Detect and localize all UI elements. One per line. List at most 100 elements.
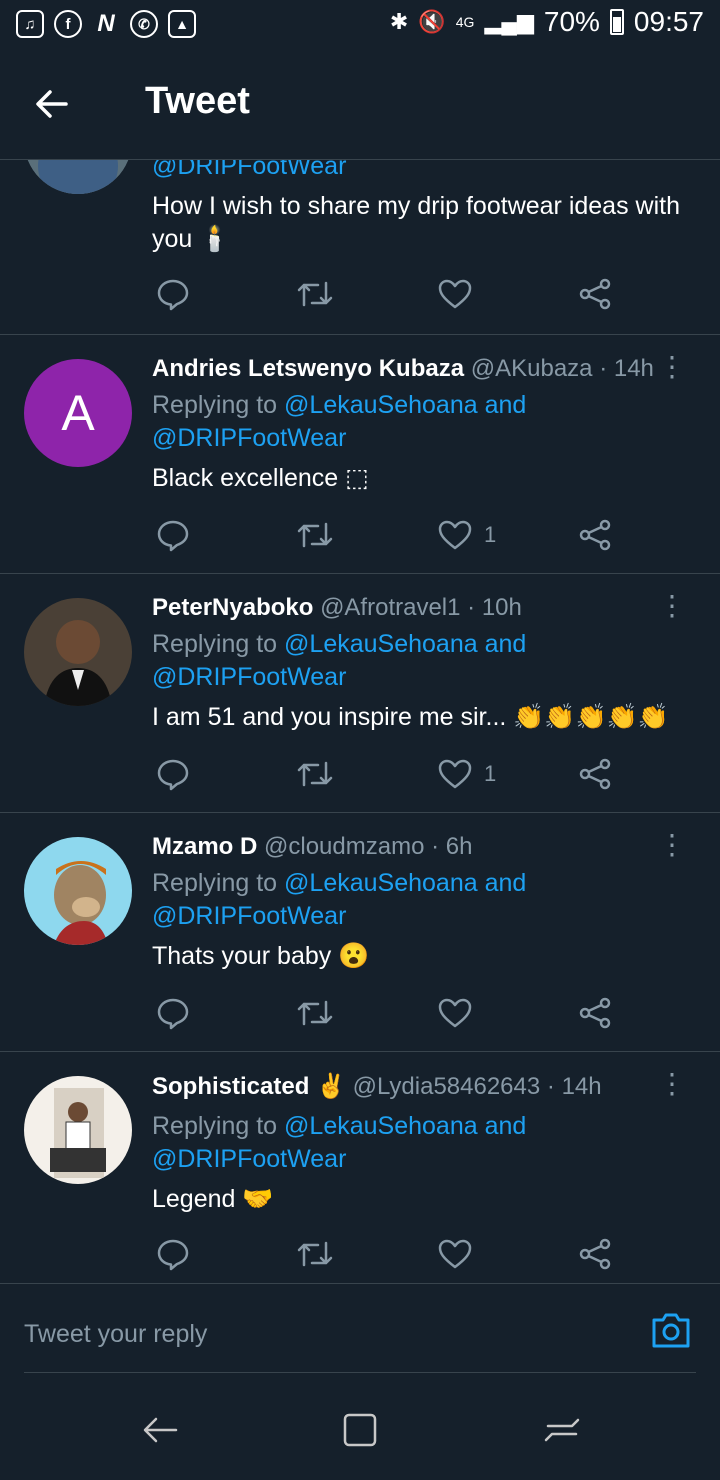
author-name[interactable]: PeterNyaboko (152, 594, 313, 621)
page-title: Tweet (145, 80, 250, 122)
mention-link[interactable]: @DRIPFootWear (152, 424, 346, 452)
tweet-item[interactable]: @DRIPFootWear How I wish to share my dri… (0, 160, 720, 335)
share-icon (579, 997, 611, 1029)
more-options-icon[interactable]: ⋮ (658, 353, 686, 381)
tweet-actions: 1 (152, 515, 622, 555)
retweet-button[interactable] (296, 754, 334, 794)
retweet-icon (297, 761, 333, 787)
tweet-time: · 14h (599, 355, 654, 382)
heart-icon (438, 759, 472, 789)
replying-prefix: Replying to (152, 630, 278, 658)
author-handle: @cloudmzamo (264, 833, 425, 860)
divider (24, 1372, 696, 1373)
avatar[interactable] (24, 1076, 132, 1184)
retweet-icon (297, 1241, 333, 1267)
avatar-letter: A (61, 385, 95, 441)
n-app-icon: N (97, 10, 115, 37)
system-nav-bar (0, 1374, 720, 1480)
more-options-icon[interactable]: ⋮ (658, 831, 686, 859)
heart-icon (438, 998, 472, 1028)
author-name[interactable]: Mzamo D (152, 833, 257, 860)
mention-link[interactable]: @DRIPFootWear (152, 902, 346, 930)
like-button[interactable] (438, 274, 472, 314)
mention-link[interactable]: @DRIPFootWear (152, 663, 346, 691)
replies-list[interactable]: @DRIPFootWear How I wish to share my dri… (0, 160, 720, 1282)
mention-link[interactable]: @LekauSehoana and (284, 630, 526, 658)
comment-icon (157, 1239, 189, 1271)
retweet-button[interactable] (296, 274, 334, 314)
heart-icon (438, 279, 472, 309)
heart-icon (438, 520, 472, 550)
share-icon (579, 758, 611, 790)
comment-icon (157, 998, 189, 1030)
mention-link[interactable]: @LekauSehoana and (284, 1112, 526, 1140)
tweet-item[interactable]: Mzamo D @cloudmzamo · 6h ⋮ Replying to @… (0, 813, 720, 1052)
notification-icons: ♫ f N ✆ ▲ (16, 10, 196, 38)
facebook-icon: f (54, 10, 82, 38)
replying-to: Replying to @LekauSehoana and @DRIPFootW… (152, 1110, 526, 1176)
tweet-time: · 6h (431, 833, 473, 860)
tweet-text: Thats your baby 😮 (152, 942, 370, 970)
like-button[interactable] (438, 1234, 472, 1274)
author-name[interactable]: Andries Letswenyo Kubaza (152, 355, 464, 382)
avatar[interactable] (24, 160, 132, 194)
share-button[interactable] (578, 1234, 612, 1274)
author-line: Mzamo D @cloudmzamo · 6h (152, 833, 472, 861)
author-line: Andries Letswenyo Kubaza @AKubaza · 14h (152, 355, 654, 383)
comment-icon (157, 520, 189, 552)
avatar[interactable]: A (24, 359, 132, 467)
like-button[interactable]: 1 (438, 754, 496, 794)
mention-link[interactable]: @DRIPFootWear (152, 160, 346, 180)
network-type: 4G (455, 14, 475, 30)
reply-button[interactable] (156, 274, 190, 314)
share-icon (579, 278, 611, 310)
more-options-icon[interactable]: ⋮ (658, 1070, 686, 1098)
reply-button[interactable] (156, 754, 190, 794)
share-button[interactable] (578, 515, 612, 555)
mention-link[interactable]: @LekauSehoana and (284, 869, 526, 897)
replying-to: Replying to @LekauSehoana and @DRIPFootW… (152, 389, 526, 455)
like-button[interactable]: 1 (438, 515, 496, 555)
like-button[interactable] (438, 993, 472, 1033)
tweet-item[interactable]: Sophisticated ✌️ @Lydia58462643 · 14h ⋮ … (0, 1052, 720, 1282)
heart-icon (438, 1239, 472, 1269)
author-name[interactable]: Sophisticated ✌️ (152, 1073, 346, 1100)
share-icon (579, 519, 611, 551)
tweet-actions (152, 1234, 622, 1274)
like-count: 1 (484, 761, 497, 786)
reply-composer: Tweet your reply (0, 1283, 720, 1373)
nav-home-icon[interactable] (340, 1410, 380, 1455)
reply-button[interactable] (156, 515, 190, 555)
reply-button[interactable] (156, 993, 190, 1033)
back-arrow-icon[interactable] (34, 86, 70, 129)
more-options-icon[interactable]: ⋮ (658, 592, 686, 620)
tweet-time: · 14h (546, 1073, 602, 1100)
mention-link[interactable]: @LekauSehoana and (284, 391, 526, 419)
avatar[interactable] (24, 837, 132, 945)
retweet-button[interactable] (296, 1234, 334, 1274)
whatsapp-icon: ✆ (130, 10, 158, 38)
avatar[interactable] (24, 598, 132, 706)
share-button[interactable] (578, 754, 612, 794)
reply-button[interactable] (156, 1234, 190, 1274)
share-button[interactable] (578, 993, 612, 1033)
mute-icon: 🔇 (418, 9, 446, 34)
nav-back-icon[interactable] (140, 1410, 180, 1455)
comment-icon (157, 759, 189, 791)
share-button[interactable] (578, 274, 612, 314)
author-line: PeterNyaboko @Afrotravel1 · 10h (152, 594, 522, 622)
retweet-button[interactable] (296, 993, 334, 1033)
tweet-item[interactable]: A Andries Letswenyo Kubaza @AKubaza · 14… (0, 335, 720, 574)
gallery-icon: ▲ (168, 10, 196, 38)
tweet-text: Black excellence ⬚ (152, 464, 369, 492)
like-count: 1 (484, 522, 497, 547)
reply-input[interactable]: Tweet your reply (24, 1320, 207, 1349)
replying-to: Replying to @LekauSehoana and @DRIPFootW… (152, 628, 526, 694)
retweet-button[interactable] (296, 515, 334, 555)
tweet-item[interactable]: PeterNyaboko @Afrotravel1 · 10h ⋮ Replyi… (0, 574, 720, 813)
clock: 09:57 (633, 6, 704, 37)
camera-icon[interactable] (650, 1310, 692, 1355)
system-status: ✱ 🔇 4G ▂▄▆ 70% 09:57 (390, 6, 704, 38)
nav-recents-icon[interactable] (542, 1410, 582, 1455)
mention-link[interactable]: @DRIPFootWear (152, 1145, 346, 1173)
